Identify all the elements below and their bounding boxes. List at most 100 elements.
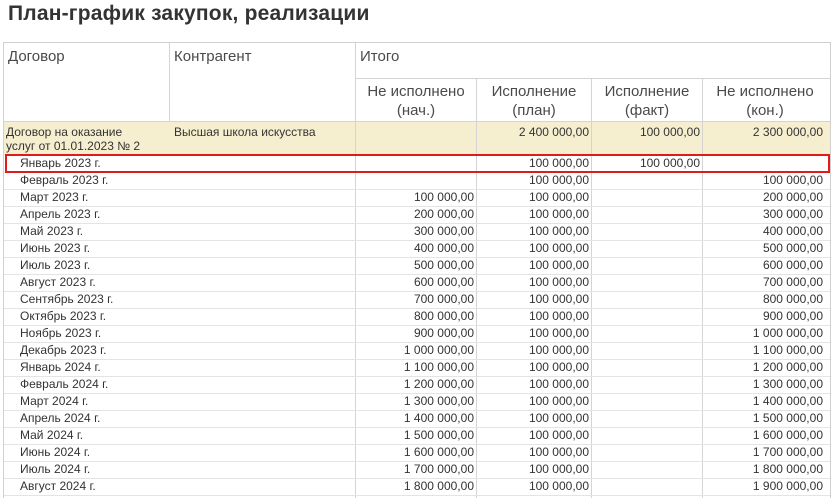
row-plan: 100 000,00 [528, 224, 589, 238]
row-not-done-start: 1 200 000,00 [403, 377, 474, 391]
row-period: Декабрь 2023 г. [20, 343, 107, 357]
group-not-done-end[interactable]: 2 300 000,00 [704, 125, 823, 139]
group-contract-line1: Договор на оказание [6, 125, 123, 139]
row-not-done-start: 500 000,00 [413, 258, 474, 272]
table-row[interactable]: Октябрь 2023 г. 800 000,00 100 000,00 90… [4, 308, 830, 326]
header-plan[interactable]: Исполнение (план) [477, 82, 591, 120]
row-plan: 100 000,00 [528, 309, 589, 323]
header-total[interactable]: Итого [360, 48, 399, 65]
header-not-done-start[interactable]: Не исполнено (нач.) [356, 82, 476, 120]
table-row[interactable]: Май 2024 г. 1 500 000,00 100 000,00 1 60… [4, 427, 830, 445]
group-counterparty[interactable]: Высшая школа искусства [174, 125, 316, 139]
table-row[interactable]: Май 2023 г. 300 000,00 100 000,00 400 00… [4, 223, 830, 241]
row-not-done-end: 1 700 000,00 [752, 445, 823, 459]
row-period: Апрель 2024 г. [20, 411, 101, 425]
group-contract[interactable]: Договор на оказание услуг от 01.01.2023 … [6, 125, 140, 153]
row-plan: 100 000,00 [528, 343, 589, 357]
table-row[interactable]: Январь 2024 г. 1 100 000,00 100 000,00 1… [4, 359, 830, 377]
row-not-done-end: 1 600 000,00 [752, 428, 823, 442]
row-not-done-end: 600 000,00 [762, 258, 823, 272]
header-counterparty[interactable]: Контрагент [174, 48, 252, 65]
report-table: Договор Контрагент Итого Не исполнено (н… [3, 42, 831, 498]
table-row[interactable]: Июнь 2023 г. 400 000,00 100 000,00 500 0… [4, 240, 830, 258]
row-period: Июнь 2023 г. [20, 241, 91, 255]
table-row[interactable]: Август 2024 г. 1 800 000,00 100 000,00 1… [4, 478, 830, 496]
row-period: Май 2023 г. [20, 224, 84, 238]
table-row[interactable]: Сентябрь 2023 г. 700 000,00 100 000,00 8… [4, 291, 830, 309]
highlight-frame [5, 154, 830, 173]
table-row[interactable]: Август 2023 г. 600 000,00 100 000,00 700… [4, 274, 830, 292]
row-plan: 100 000,00 [528, 377, 589, 391]
row-period: Июль 2024 г. [20, 462, 91, 476]
header-not-done-end[interactable]: Не исполнено (кон.) [703, 82, 827, 120]
row-period: Ноябрь 2023 г. [20, 326, 102, 340]
row-period: Май 2024 г. [20, 428, 84, 442]
row-not-done-end: 1 400 000,00 [752, 394, 823, 408]
row-plan: 100 000,00 [528, 411, 589, 425]
header-bottom-line [4, 121, 830, 122]
row-not-done-end: 1 200 000,00 [752, 360, 823, 374]
row-not-done-end: 700 000,00 [762, 275, 823, 289]
table-row[interactable]: Март 2023 г. 100 000,00 100 000,00 200 0… [4, 189, 830, 207]
row-not-done-start: 400 000,00 [413, 241, 474, 255]
table-row[interactable]: Апрель 2024 г. 1 400 000,00 100 000,00 1… [4, 410, 830, 428]
row-not-done-start: 1 600 000,00 [403, 445, 474, 459]
group-plan[interactable]: 2 400 000,00 [478, 125, 589, 139]
row-not-done-end: 1 000 000,00 [752, 326, 823, 340]
row-period: Март 2024 г. [20, 394, 89, 408]
row-plan: 100 000,00 [528, 445, 589, 459]
row-not-done-end: 1 900 000,00 [752, 479, 823, 493]
row-not-done-end: 100 000,00 [762, 173, 823, 187]
row-not-done-start: 300 000,00 [413, 224, 474, 238]
row-not-done-start: 1 500 000,00 [403, 428, 474, 442]
header-plan-line1: Исполнение [491, 83, 577, 100]
row-not-done-start: 1 400 000,00 [403, 411, 474, 425]
row-plan: 100 000,00 [528, 292, 589, 306]
table-row[interactable]: Февраль 2024 г. 1 200 000,00 100 000,00 … [4, 376, 830, 394]
row-period: Август 2023 г. [20, 275, 96, 289]
row-not-done-start: 1 000 000,00 [403, 343, 474, 357]
header-not-done-start-line2: (нач.) [396, 102, 436, 119]
row-plan: 100 000,00 [528, 241, 589, 255]
row-plan: 100 000,00 [528, 326, 589, 340]
row-not-done-start: 900 000,00 [413, 326, 474, 340]
row-not-done-end: 1 100 000,00 [752, 343, 823, 357]
header-not-done-start-line1: Не исполнено [367, 83, 465, 100]
row-period: Март 2023 г. [20, 190, 89, 204]
row-not-done-end: 300 000,00 [762, 207, 823, 221]
row-not-done-start: 100 000,00 [413, 190, 474, 204]
row-not-done-end: 200 000,00 [762, 190, 823, 204]
row-period: Февраль 2024 г. [20, 377, 109, 391]
header-fact-line2: (факт) [624, 102, 670, 119]
table-row[interactable]: Декабрь 2023 г. 1 000 000,00 100 000,00 … [4, 342, 830, 360]
table-row[interactable]: Февраль 2023 г. 100 000,00 100 000,00 [4, 172, 830, 190]
table-row[interactable]: Март 2024 г. 1 300 000,00 100 000,00 1 4… [4, 393, 830, 411]
header-not-done-end-line2: (кон.) [746, 102, 784, 119]
group-fact[interactable]: 100 000,00 [593, 125, 700, 139]
row-plan: 100 000,00 [528, 190, 589, 204]
row-period: Июль 2023 г. [20, 258, 91, 272]
row-period: Июнь 2024 г. [20, 445, 91, 459]
row-plan: 100 000,00 [528, 258, 589, 272]
table-row[interactable]: Ноябрь 2023 г. 900 000,00 100 000,00 1 0… [4, 325, 830, 343]
row-not-done-start: 800 000,00 [413, 309, 474, 323]
header-contract[interactable]: Договор [8, 48, 65, 65]
table-row[interactable]: Июнь 2024 г. 1 600 000,00 100 000,00 1 7… [4, 444, 830, 462]
row-not-done-start: 1 800 000,00 [403, 479, 474, 493]
group-contract-line2: услуг от 01.01.2023 № 2 [6, 139, 141, 153]
table-row[interactable]: Апрель 2023 г. 200 000,00 100 000,00 300… [4, 206, 830, 224]
row-plan: 100 000,00 [528, 428, 589, 442]
row-not-done-end: 500 000,00 [762, 241, 823, 255]
row-plan: 100 000,00 [528, 207, 589, 221]
row-not-done-end: 900 000,00 [762, 309, 823, 323]
header-fact[interactable]: Исполнение (факт) [592, 82, 702, 120]
row-period: Август 2024 г. [20, 479, 96, 493]
row-plan: 100 000,00 [528, 394, 589, 408]
row-not-done-end: 1 800 000,00 [752, 462, 823, 476]
report-title: План-график закупок, реализации [8, 2, 370, 25]
row-not-done-start: 600 000,00 [413, 275, 474, 289]
row-plan: 100 000,00 [528, 360, 589, 374]
row-not-done-start: 1 300 000,00 [403, 394, 474, 408]
table-row[interactable]: Июль 2023 г. 500 000,00 100 000,00 600 0… [4, 257, 830, 275]
table-row[interactable]: Июль 2024 г. 1 700 000,00 100 000,00 1 8… [4, 461, 830, 479]
